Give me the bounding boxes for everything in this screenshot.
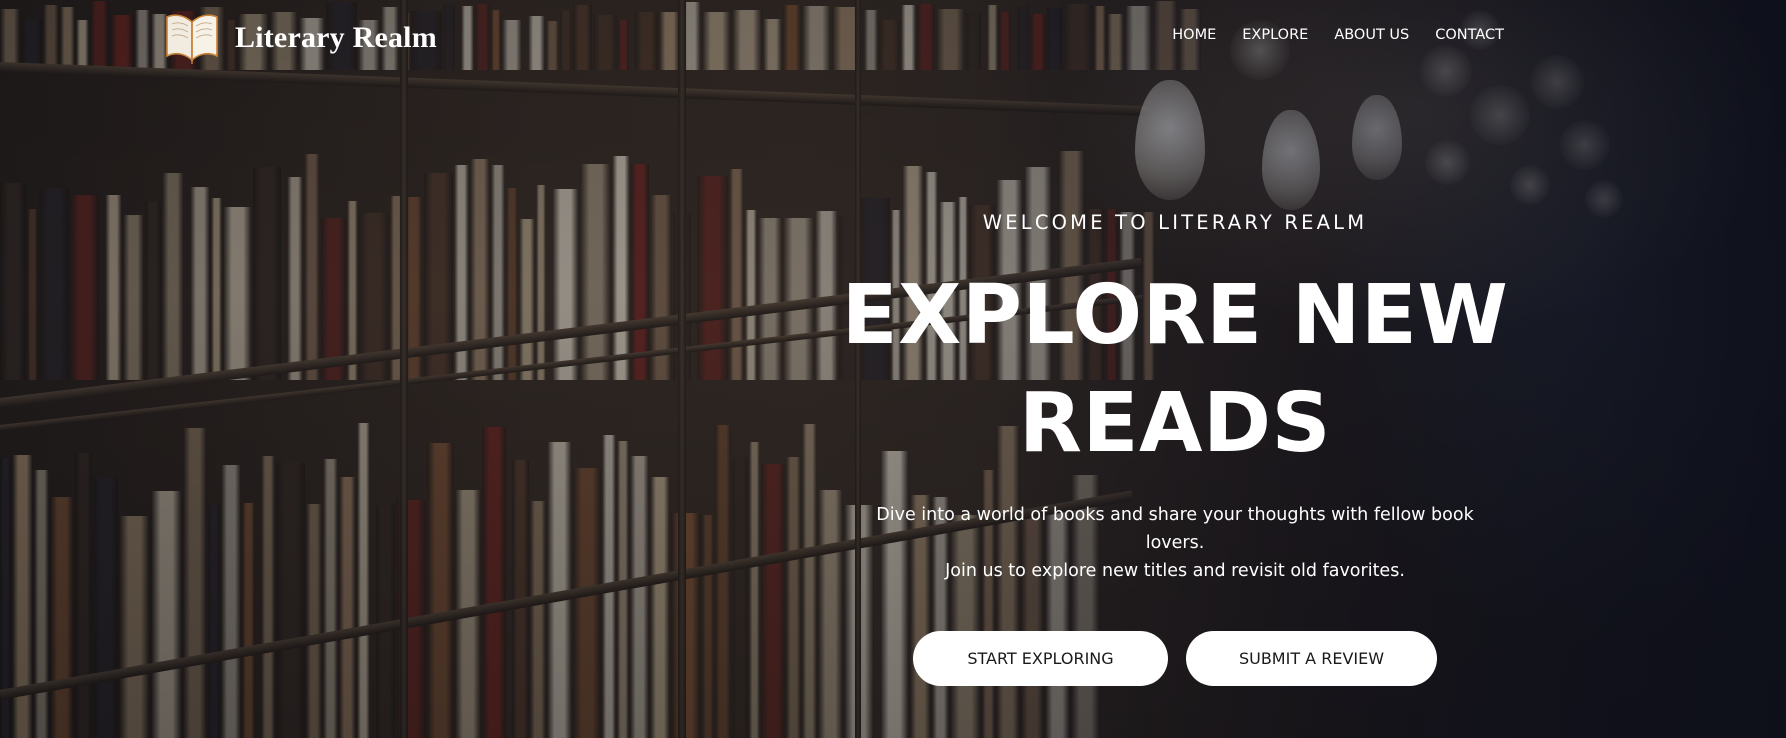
hero-cta-group: START EXPLORING SUBMIT A REVIEW <box>913 631 1437 686</box>
nav-contact-link[interactable]: CONTACT <box>1435 27 1504 43</box>
main-nav: HOME EXPLORE ABOUT US CONTACT <box>1172 27 1504 43</box>
open-book-icon <box>163 8 221 68</box>
brand[interactable]: Literary Realm <box>163 8 437 68</box>
hero-eyebrow: WELCOME TO LITERARY REALM <box>982 211 1368 234</box>
nav-about-link[interactable]: ABOUT US <box>1334 27 1409 43</box>
submit-review-button[interactable]: SUBMIT A REVIEW <box>1186 631 1437 686</box>
nav-explore-link[interactable]: EXPLORE <box>1242 27 1308 43</box>
start-exploring-button[interactable]: START EXPLORING <box>913 631 1168 686</box>
hero-headline-line2: READS <box>1018 376 1332 471</box>
nav-home-link[interactable]: HOME <box>1172 27 1216 43</box>
hero-headline: EXPLORE NEW READS <box>825 262 1525 478</box>
brand-name: Literary Realm <box>235 21 437 54</box>
hero-headline-line1: EXPLORE NEW <box>841 268 1509 363</box>
hero-description-line2: Join us to explore new titles and revisi… <box>945 561 1405 581</box>
hero-description: Dive into a world of books and share you… <box>870 501 1480 585</box>
top-navbar: Literary Realm HOME EXPLORE ABOUT US CON… <box>0 0 1786 76</box>
hero-description-line1: Dive into a world of books and share you… <box>876 505 1474 553</box>
